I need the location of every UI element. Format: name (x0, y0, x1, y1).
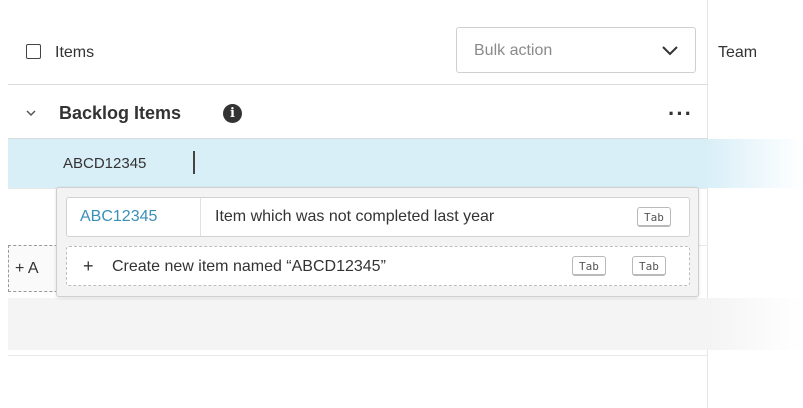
create-item-label: Create new item named “ABCD12345” (112, 258, 386, 275)
add-item-label: + A (15, 260, 39, 277)
create-item-option[interactable]: + Create new item named “ABCD12345” Tab … (66, 246, 690, 286)
info-icon[interactable]: i (223, 104, 242, 123)
bulk-action-placeholder: Bulk action (474, 42, 553, 59)
item-name-input[interactable]: ABCD12345 (63, 155, 146, 172)
items-column-header: Items (55, 44, 95, 61)
suggestion-code: ABC12345 (80, 208, 158, 225)
table-header: Items Bulk action Team (0, 0, 803, 84)
plus-icon: + (83, 256, 94, 276)
bulk-action-select[interactable]: Bulk action (456, 27, 696, 73)
select-all-checkbox[interactable] (26, 44, 41, 59)
suggestion-option[interactable]: ABC12345 Item which was not completed la… (66, 197, 690, 237)
group-title: Backlog Items (59, 103, 182, 123)
text-cursor (193, 151, 195, 174)
tab-key-hint: Tab (632, 256, 666, 276)
empty-row (8, 298, 803, 350)
header-divider (8, 84, 708, 85)
team-column-header: Team (718, 44, 758, 61)
tab-key-hint: Tab (637, 207, 671, 227)
group-header: Backlog Items i ··· (0, 88, 707, 140)
autocomplete-dropdown: ABC12345 Item which was not completed la… (56, 187, 699, 297)
tab-key-hint: Tab (572, 256, 606, 276)
row-divider (8, 355, 708, 356)
more-icon[interactable]: ··· (668, 101, 693, 127)
collapse-chevron-icon[interactable] (25, 108, 37, 118)
suggestion-description: Item which was not completed last year (215, 208, 495, 225)
suggestion-code-cell: ABC12345 (67, 198, 201, 236)
chevron-down-icon (662, 46, 678, 56)
editing-row[interactable]: ABCD12345 (8, 139, 803, 188)
